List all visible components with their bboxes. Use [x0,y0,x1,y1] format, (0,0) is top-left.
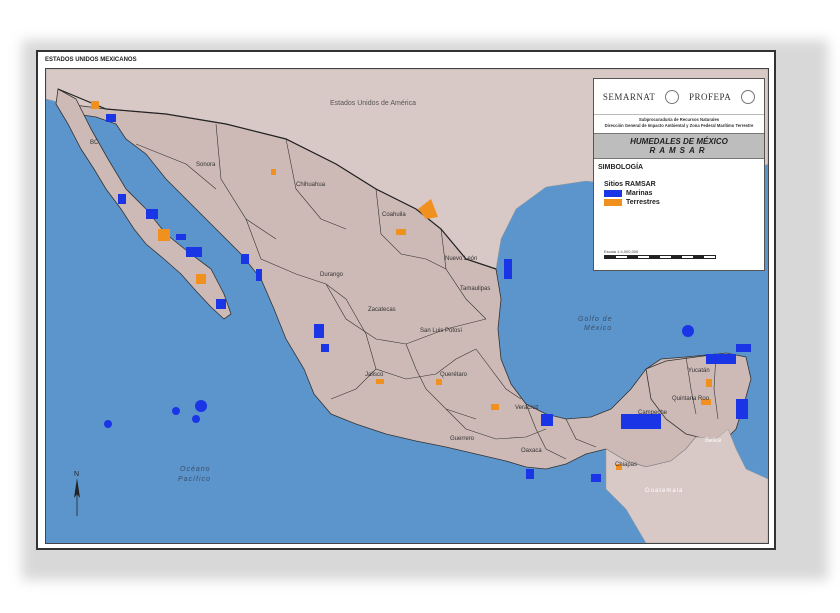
label-quintana-roo: Quintana Roo [672,396,710,402]
label-tamaulipas: Tamaulipas [460,286,491,292]
north-arrow-icon: N [74,471,80,516]
label-slp: San Luis Potosí [420,328,463,334]
label-durango: Durango [320,272,344,278]
seal-icon [741,89,756,104]
scale-bar [604,255,716,259]
legend-title-box: HUMEDALES DE MÉXICO RAMSAR [594,133,764,159]
map-top-label: ESTADOS UNIDOS MEXICANOS [45,57,137,63]
legend-panel: SEMARNAT PROFEPA Subprocuraduría de Recu… [593,78,765,271]
north-label: N [74,471,79,478]
legend-item-marinas: Marinas [594,188,764,197]
legend-item-label: Marinas [626,190,653,197]
label-queretaro: Querétaro [440,372,468,378]
seal-icon [665,89,680,104]
label-bc: BC [90,140,99,146]
legend-subtitle: Subprocuraduría de Recursos Naturales Di… [594,115,764,129]
sitios-heading: Sitios RAMSAR [604,181,656,188]
label-jalisco: Jalisco [365,372,384,378]
logos-row: SEMARNAT PROFEPA [594,79,764,115]
legend-item-label: Terrestres [626,199,660,206]
label-chiapas: Chiapas [615,462,638,468]
semarnat-logo: SEMARNAT [602,91,656,102]
scale-text: Escala 1:4,000,000 [604,249,639,254]
label-belice: Belice [705,438,722,444]
terrestres-swatch [604,199,622,206]
label-gulf-line2: México [584,325,613,332]
marinas-swatch [604,190,622,197]
simbologia-heading: SIMBOLOGÍA [598,164,644,171]
legend-title-ramsar: RAMSAR [649,146,709,155]
label-nuevo-leon: Nuevo León [445,256,478,262]
legend-item-terrestres: Terrestres [594,197,764,206]
label-sonora: Sonora [196,162,216,168]
label-coahuila: Coahuila [382,212,406,218]
label-yucatan: Yucatán [688,368,710,374]
label-pacific-line2: Pacífico [178,476,211,483]
label-pacific-line1: Océano [180,466,211,473]
subtitle-line-2: Dirección General de Impacto Ambiental y… [604,123,754,128]
label-veracruz: Veracruz [515,405,539,411]
label-oaxaca: Oaxaca [521,448,542,454]
legend-title: HUMEDALES DE MÉXICO [630,137,728,146]
label-gulf-line1: Golfo de [578,316,613,323]
label-chihuahua: Chihuahua [296,182,326,188]
label-campeche: Campeche [638,410,668,416]
label-guerrero: Guerrero [450,436,475,442]
label-usa: Estados Unidos de América [330,100,416,107]
profepa-logo: PROFEPA [689,91,732,102]
label-zacatecas: Zacatecas [368,307,396,313]
label-guatemala: Guatemala [645,488,684,494]
